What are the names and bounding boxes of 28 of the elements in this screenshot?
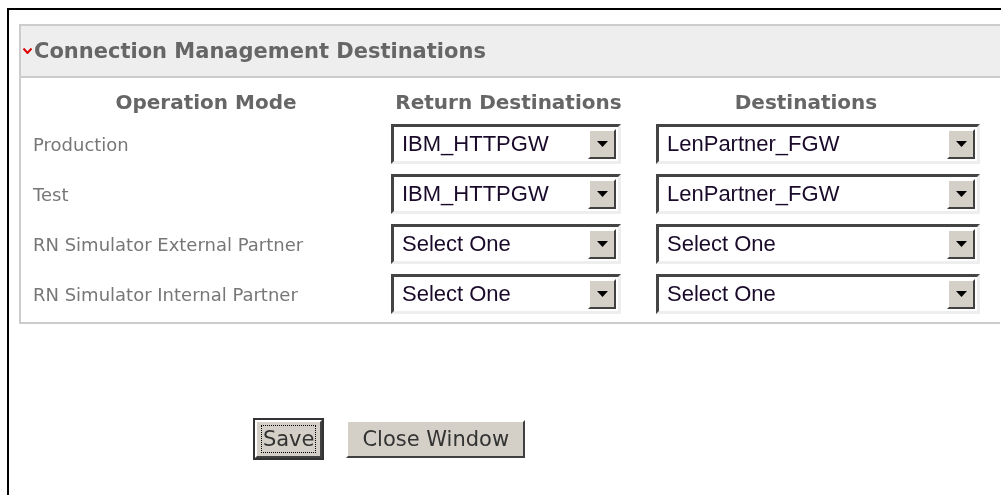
column-header: Operation Mode xyxy=(114,90,298,114)
caret-down-icon xyxy=(955,191,967,197)
dropdown[interactable]: LenPartner_FGW xyxy=(656,174,980,214)
caret-down-icon xyxy=(596,241,608,247)
dropdown[interactable]: Select One xyxy=(656,274,980,314)
caret-down-icon xyxy=(596,191,608,197)
dropdown[interactable]: Select One xyxy=(391,224,621,264)
panel-header[interactable]: Connection Management Destinations xyxy=(21,26,1000,78)
column-header: Return Destinations xyxy=(395,90,623,114)
caret-down-icon xyxy=(955,141,967,147)
caret-down-icon xyxy=(955,241,967,247)
dropdown[interactable]: IBM_HTTPGW xyxy=(391,174,621,214)
dropdown[interactable]: Select One xyxy=(656,224,980,264)
chevron-down-icon[interactable] xyxy=(23,48,32,54)
caret-down-icon xyxy=(596,291,608,297)
action-button[interactable]: Close Window xyxy=(346,420,526,458)
mode-label: Test xyxy=(32,183,70,205)
column-header: Destinations xyxy=(733,90,879,114)
dropdown[interactable]: Select One xyxy=(391,274,621,314)
mode-label: Production xyxy=(32,133,130,155)
dropdown[interactable]: IBM_HTTPGW xyxy=(391,124,621,164)
mode-label: RN Simulator Internal Partner xyxy=(32,283,299,305)
action-button[interactable]: Save xyxy=(254,420,323,458)
mode-label: RN Simulator External Partner xyxy=(32,233,305,255)
panel-title: Connection Management Destinations xyxy=(34,39,486,63)
caret-down-icon xyxy=(955,291,967,297)
dropdown[interactable]: LenPartner_FGW xyxy=(656,124,980,164)
caret-down-icon xyxy=(596,141,608,147)
